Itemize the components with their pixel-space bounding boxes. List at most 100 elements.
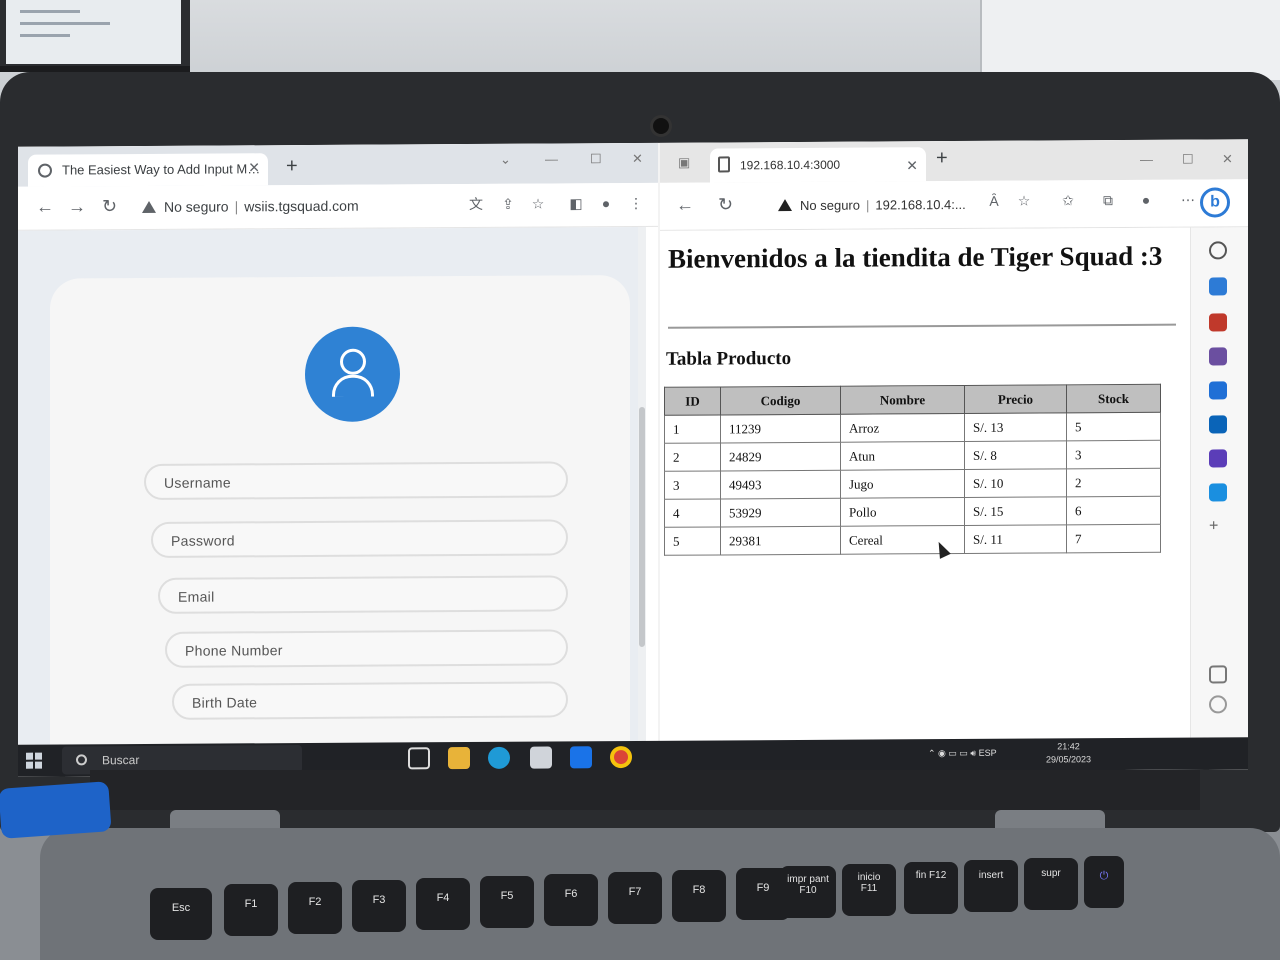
close-tab-icon[interactable]: ✕ bbox=[906, 157, 918, 174]
chrome-browser-icon[interactable] bbox=[610, 746, 632, 769]
split-screen-icon[interactable] bbox=[1209, 665, 1227, 684]
minimize-button[interactable]: — bbox=[545, 151, 558, 166]
store-icon[interactable] bbox=[530, 746, 552, 769]
phone-number-field[interactable]: Phone Number bbox=[165, 629, 568, 668]
close-window-button[interactable]: ✕ bbox=[1222, 151, 1233, 167]
key-f4[interactable]: F4 bbox=[416, 878, 470, 930]
back-arrow-icon[interactable]: ← bbox=[36, 197, 54, 218]
table-cell: Arroz bbox=[840, 413, 965, 443]
edge-window: ▣ 192.168.10.4:3000 ✕ + — ☐ ✕ ← ↻ No seg… bbox=[660, 139, 1248, 741]
share-icon[interactable]: ⇪ bbox=[500, 196, 516, 212]
back-arrow-icon[interactable]: ← bbox=[676, 195, 694, 216]
chrome-tab[interactable]: The Easiest Way to Add Input M… ✕ bbox=[28, 153, 268, 187]
side-panel-icon[interactable]: ◧ bbox=[568, 195, 584, 211]
table-cell: Atun bbox=[840, 441, 965, 471]
read-aloud-icon[interactable]: Ȃ bbox=[986, 193, 1002, 209]
key-f3[interactable]: F3 bbox=[352, 880, 406, 932]
forward-arrow-icon[interactable]: → bbox=[68, 196, 86, 217]
table-cell: 3 bbox=[1066, 440, 1161, 469]
translate-icon[interactable]: ⽂ bbox=[468, 196, 484, 212]
tab-search-icon[interactable]: ⌄ bbox=[500, 152, 511, 168]
reload-icon[interactable]: ↻ bbox=[102, 196, 117, 217]
designer-icon[interactable] bbox=[1209, 449, 1227, 468]
table-header-row: ID Codigo Nombre Precio Stock bbox=[664, 384, 1161, 416]
outlook-icon[interactable] bbox=[1209, 415, 1227, 434]
profile-icon[interactable]: ● bbox=[598, 195, 614, 211]
profile-icon[interactable]: ● bbox=[1138, 192, 1154, 208]
key-f2[interactable]: F2 bbox=[288, 882, 342, 934]
new-tab-button[interactable]: + bbox=[936, 147, 948, 170]
collections-icon[interactable]: ⧉ bbox=[1100, 192, 1116, 208]
key-supr[interactable]: supr bbox=[1024, 858, 1078, 910]
menu-dots-icon[interactable]: ⋮ bbox=[628, 195, 644, 211]
settings-dots-icon[interactable]: ⋯ bbox=[1180, 192, 1196, 208]
key-f8[interactable]: F8 bbox=[672, 870, 726, 922]
column-header: Codigo bbox=[720, 386, 841, 415]
sidebar-settings-icon[interactable] bbox=[1209, 695, 1227, 714]
laptop-screen: The Easiest Way to Add Input M… ✕ + ⌄ — … bbox=[18, 139, 1248, 777]
chrome-toolbar: ← → ↻ No seguro | wsiis.tgsquad.com ⽂ ⇪ ☆ … bbox=[18, 182, 658, 231]
key-f12[interactable]: fin F12 bbox=[904, 862, 958, 914]
webcam bbox=[650, 115, 672, 137]
background-monitor bbox=[0, 0, 190, 72]
search-icon[interactable] bbox=[1209, 241, 1227, 260]
email-field[interactable]: Email bbox=[158, 575, 568, 614]
key-f7[interactable]: F7 bbox=[608, 872, 662, 924]
birth-date-field[interactable]: Birth Date bbox=[172, 681, 568, 720]
table-cell: S/. 8 bbox=[964, 440, 1067, 470]
system-tray[interactable]: ⌃ ◉ ▭ ▭ 🔊︎ ESP bbox=[928, 748, 997, 759]
password-field[interactable]: Password bbox=[151, 519, 568, 558]
mail-icon[interactable] bbox=[570, 746, 592, 769]
favorites-icon[interactable]: ✩ bbox=[1060, 192, 1076, 208]
maximize-button[interactable]: ☐ bbox=[590, 151, 602, 167]
favorite-add-icon[interactable]: ☆ bbox=[1016, 193, 1032, 209]
tools-icon[interactable] bbox=[1209, 313, 1227, 332]
windows-start-icon[interactable] bbox=[26, 752, 42, 769]
bing-chat-icon[interactable]: b bbox=[1200, 187, 1230, 218]
search-icon bbox=[76, 754, 87, 766]
send-icon[interactable] bbox=[1209, 483, 1227, 502]
network-cable bbox=[0, 781, 112, 839]
bookmark-star-icon[interactable]: ☆ bbox=[530, 196, 546, 212]
shopping-tag-icon[interactable] bbox=[1209, 277, 1227, 296]
edge-sidebar: + bbox=[1190, 227, 1248, 738]
taskbar-clock[interactable]: 21:42 29/05/2023 bbox=[1046, 740, 1091, 766]
table-cell: 2 bbox=[1066, 468, 1161, 497]
key-f11[interactable]: inicio F11 bbox=[842, 864, 896, 916]
tab-actions-icon[interactable]: ▣ bbox=[678, 155, 690, 171]
key-insert[interactable]: insert bbox=[964, 860, 1018, 912]
url-text: 192.168.10.4:... bbox=[875, 196, 966, 213]
column-header: Stock bbox=[1066, 384, 1161, 413]
new-tab-button[interactable]: + bbox=[286, 155, 298, 178]
address-bar[interactable]: No seguro | wsiis.tgsquad.com bbox=[130, 190, 460, 222]
key-f5[interactable]: F5 bbox=[480, 876, 534, 928]
search-placeholder: Buscar bbox=[102, 753, 140, 768]
close-tab-icon[interactable]: ✕ bbox=[248, 159, 260, 176]
table-row: 2 24829 Atun S/. 8 3 bbox=[664, 440, 1161, 472]
edge-tab-title: 192.168.10.4:3000 bbox=[740, 157, 841, 173]
table-cell: S/. 11 bbox=[964, 524, 1067, 554]
language-indicator: ESP bbox=[978, 747, 997, 758]
key-f10[interactable]: impr pant F10 bbox=[780, 866, 836, 918]
minimize-button[interactable]: — bbox=[1140, 152, 1153, 167]
games-icon[interactable] bbox=[1209, 347, 1227, 366]
page-scrollbar[interactable] bbox=[638, 226, 646, 741]
edge-tab[interactable]: 192.168.10.4:3000 ✕ bbox=[710, 147, 926, 183]
maximize-button[interactable]: ☐ bbox=[1182, 152, 1194, 168]
task-view-icon[interactable] bbox=[408, 747, 430, 770]
file-explorer-icon[interactable] bbox=[448, 746, 470, 770]
office-icon[interactable] bbox=[1209, 381, 1227, 400]
key-esc[interactable]: Esc bbox=[150, 888, 212, 940]
reload-icon[interactable]: ↻ bbox=[718, 194, 733, 215]
username-field[interactable]: Username bbox=[144, 461, 568, 500]
add-icon[interactable]: + bbox=[1209, 517, 1227, 535]
key-f1[interactable]: F1 bbox=[224, 884, 278, 936]
signup-card: Username Password Email Phone Number Bir… bbox=[50, 275, 630, 745]
clock-date: 29/05/2023 bbox=[1046, 754, 1092, 765]
key-f6[interactable]: F6 bbox=[544, 874, 598, 926]
table-cell: S/. 10 bbox=[964, 468, 1067, 498]
edge-browser-icon[interactable] bbox=[488, 746, 510, 769]
close-window-button[interactable]: ✕ bbox=[632, 151, 643, 167]
power-button-icon[interactable]: ⏻ bbox=[1084, 856, 1124, 908]
url-text: wsiis.tgsquad.com bbox=[244, 197, 359, 215]
